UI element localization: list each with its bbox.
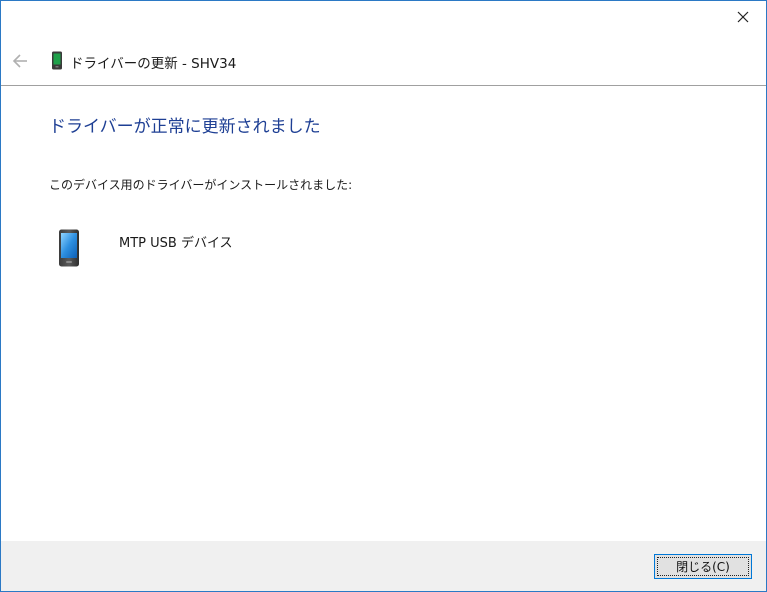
back-button[interactable] — [10, 52, 30, 70]
phone-icon — [59, 229, 79, 267]
navigation-bar: ドライバーの更新 - SHV34 — [1, 45, 766, 77]
window-title: ドライバーの更新 - SHV34 — [70, 56, 237, 72]
device-name: MTP USB デバイス — [119, 236, 233, 251]
header-divider — [1, 85, 766, 86]
description-text: このデバイス用のドライバーがインストールされました: — [49, 178, 353, 192]
page-heading: ドライバーが正常に更新されました — [49, 117, 321, 137]
phone-icon — [52, 51, 62, 70]
close-icon — [737, 11, 749, 23]
window-close-button[interactable] — [720, 1, 766, 33]
dialog-footer: 閉じる(C) — [1, 541, 766, 591]
back-arrow-icon — [12, 54, 27, 68]
close-button[interactable]: 閉じる(C) — [654, 554, 752, 579]
driver-update-dialog: ドライバーの更新 - SHV34 ドライバーが正常に更新されました このデバイス… — [0, 0, 767, 592]
